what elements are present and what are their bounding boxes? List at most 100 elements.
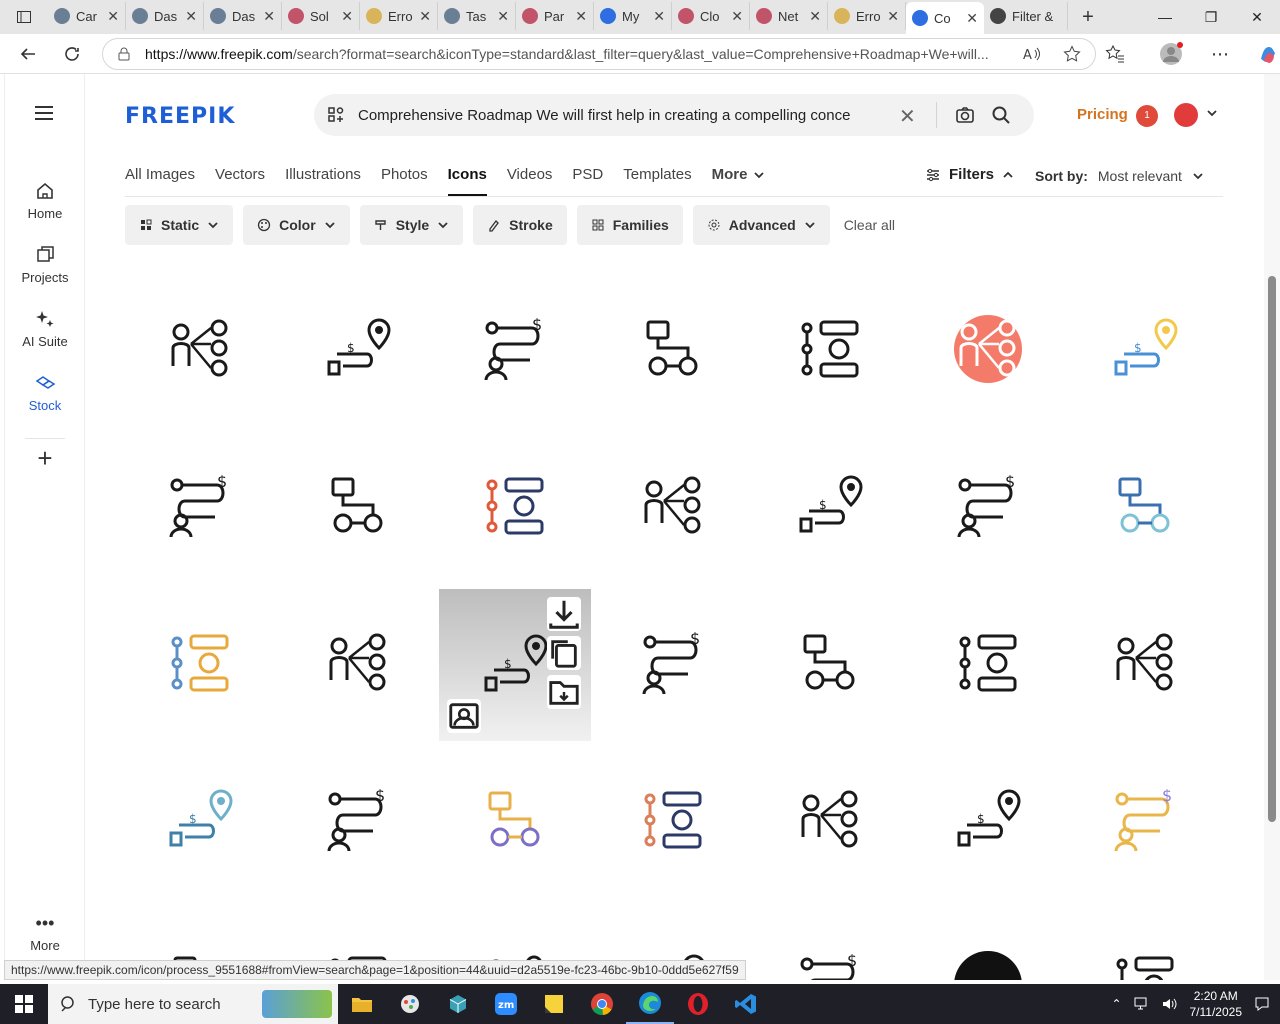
icon-result-tile[interactable]: $	[755, 431, 905, 581]
reload-button[interactable]	[52, 34, 92, 74]
browser-tab[interactable]: Erro ✕	[828, 2, 906, 30]
browser-tab[interactable]: Net ✕	[750, 2, 828, 30]
search-icon[interactable]	[991, 105, 1011, 125]
filter-chip-style[interactable]: Style	[359, 205, 464, 245]
filter-chip-families[interactable]: Families	[576, 205, 683, 245]
pricing-link[interactable]: Pricing	[1077, 106, 1128, 123]
icon-result-tile[interactable]	[755, 745, 905, 895]
browser-tab[interactable]: My ✕	[594, 2, 672, 30]
search-input[interactable]	[358, 106, 878, 124]
snipping-app[interactable]	[386, 984, 434, 1024]
taskbar-search[interactable]: Type here to search	[48, 984, 338, 1024]
sidebar-item-stock[interactable]: Stock	[5, 372, 85, 413]
tab-close-icon[interactable]: ✕	[731, 8, 743, 25]
icon-result-tile[interactable]: $	[755, 902, 905, 980]
icon-result-tile[interactable]	[913, 274, 1063, 424]
icon-result-tile[interactable]: $	[439, 589, 591, 741]
chrome-app[interactable]	[578, 984, 626, 1024]
back-button[interactable]	[8, 34, 48, 74]
cube-app[interactable]	[434, 984, 482, 1024]
tab-more[interactable]: More	[712, 164, 748, 196]
zoom-app[interactable]: zm	[482, 984, 530, 1024]
icon-result-tile[interactable]	[755, 588, 905, 738]
tab-close-icon[interactable]: ✕	[341, 8, 353, 25]
view-similar-button[interactable]	[447, 699, 481, 733]
icon-result-tile[interactable]: $	[440, 274, 590, 424]
filters-toggle[interactable]: Filters	[925, 166, 1014, 183]
tab-close-icon[interactable]: ✕	[966, 10, 978, 27]
opera-app[interactable]	[674, 984, 722, 1024]
filter-chip-stroke[interactable]: Stroke	[473, 205, 567, 245]
browser-tab[interactable]: Co ✕	[906, 2, 984, 34]
chevron-up-icon[interactable]: ⌃	[1111, 997, 1121, 1011]
network-icon[interactable]	[1134, 997, 1150, 1011]
browser-tab[interactable]: Das ✕	[126, 2, 204, 30]
icon-result-tile[interactable]	[283, 431, 433, 581]
browser-tab[interactable]: Erro ✕	[360, 2, 438, 30]
search-type-button[interactable]	[314, 106, 358, 124]
settings-more-icon[interactable]: ⋯	[1211, 44, 1229, 65]
chevron-down-icon[interactable]	[1205, 106, 1219, 120]
notification-center-icon[interactable]	[1254, 996, 1270, 1012]
icon-result-tile[interactable]	[1070, 431, 1220, 581]
add-button[interactable]: +	[25, 438, 65, 478]
icon-result-tile[interactable]	[913, 902, 1063, 980]
sidebar-item-ai-suite[interactable]: AI Suite	[5, 308, 85, 349]
save-to-folder-button[interactable]	[547, 675, 581, 709]
icon-result-tile[interactable]	[283, 588, 433, 738]
chevron-down-icon[interactable]	[753, 169, 765, 181]
site-info-icon[interactable]	[117, 47, 131, 61]
icon-result-tile[interactable]: $	[1070, 274, 1220, 424]
start-button[interactable]	[0, 984, 48, 1024]
browser-tab[interactable]: Das ✕	[204, 2, 282, 30]
icon-result-tile[interactable]	[125, 274, 275, 424]
browser-tab[interactable]: Tas ✕	[438, 2, 516, 30]
tab-close-icon[interactable]: ✕	[575, 8, 587, 25]
icon-result-tile[interactable]: $	[913, 431, 1063, 581]
sticky-notes-app[interactable]	[530, 984, 578, 1024]
icon-result-tile[interactable]	[913, 588, 1063, 738]
favorite-star-icon[interactable]	[1063, 45, 1081, 63]
tab-templates[interactable]: Templates	[623, 164, 691, 196]
tab-close-icon[interactable]: ✕	[263, 8, 275, 25]
icon-result-tile[interactable]	[755, 274, 905, 424]
icon-result-tile[interactable]	[598, 745, 748, 895]
close-window-button[interactable]: ✕	[1234, 0, 1280, 34]
tab-actions-button[interactable]	[0, 0, 48, 34]
icon-result-tile[interactable]: $	[913, 745, 1063, 895]
icon-result-tile[interactable]: $	[283, 274, 433, 424]
browser-tab[interactable]: Car ✕	[48, 2, 126, 30]
tab-all-images[interactable]: All Images	[125, 164, 195, 196]
profile-avatar-icon[interactable]	[1159, 41, 1185, 67]
icon-result-tile[interactable]	[598, 431, 748, 581]
clear-all-button[interactable]: Clear all	[840, 205, 899, 245]
tab-close-icon[interactable]: ✕	[107, 8, 119, 25]
volume-icon[interactable]	[1162, 997, 1178, 1011]
edge-app[interactable]	[626, 984, 674, 1024]
browser-tab[interactable]: Sol ✕	[282, 2, 360, 30]
browser-tab[interactable]: Clo ✕	[672, 2, 750, 30]
icon-result-tile[interactable]	[598, 274, 748, 424]
icon-result-tile[interactable]	[1070, 902, 1220, 980]
tab-photos[interactable]: Photos	[381, 164, 428, 196]
filter-chip-advanced[interactable]: Advanced	[692, 205, 830, 245]
copilot-icon[interactable]	[1257, 43, 1279, 65]
tab-close-icon[interactable]: ✕	[809, 8, 821, 25]
freepik-logo[interactable]: FREEPIK	[125, 104, 235, 129]
vscode-app[interactable]	[722, 984, 770, 1024]
tab-videos[interactable]: Videos	[507, 164, 553, 196]
menu-button[interactable]	[33, 104, 55, 127]
sidebar-item-home[interactable]: Home	[5, 180, 85, 221]
icon-result-tile[interactable]: $	[598, 588, 748, 738]
browser-tab[interactable]: Filter &	[984, 2, 1068, 30]
clear-search-icon[interactable]: ✕	[899, 104, 916, 129]
icon-result-tile[interactable]: $	[1070, 745, 1220, 895]
sort-control[interactable]: Sort by: Most relevant	[1035, 168, 1204, 184]
scrollbar-thumb[interactable]	[1268, 276, 1276, 822]
tab-close-icon[interactable]: ✕	[419, 8, 431, 25]
icon-result-tile[interactable]: $	[283, 745, 433, 895]
favorites-icon[interactable]	[1105, 44, 1125, 64]
taskbar-clock[interactable]: 2:20 AM 7/11/2025	[1190, 988, 1243, 1020]
browser-tab[interactable]: Par ✕	[516, 2, 594, 30]
filter-chip-static[interactable]: Static	[125, 205, 234, 245]
